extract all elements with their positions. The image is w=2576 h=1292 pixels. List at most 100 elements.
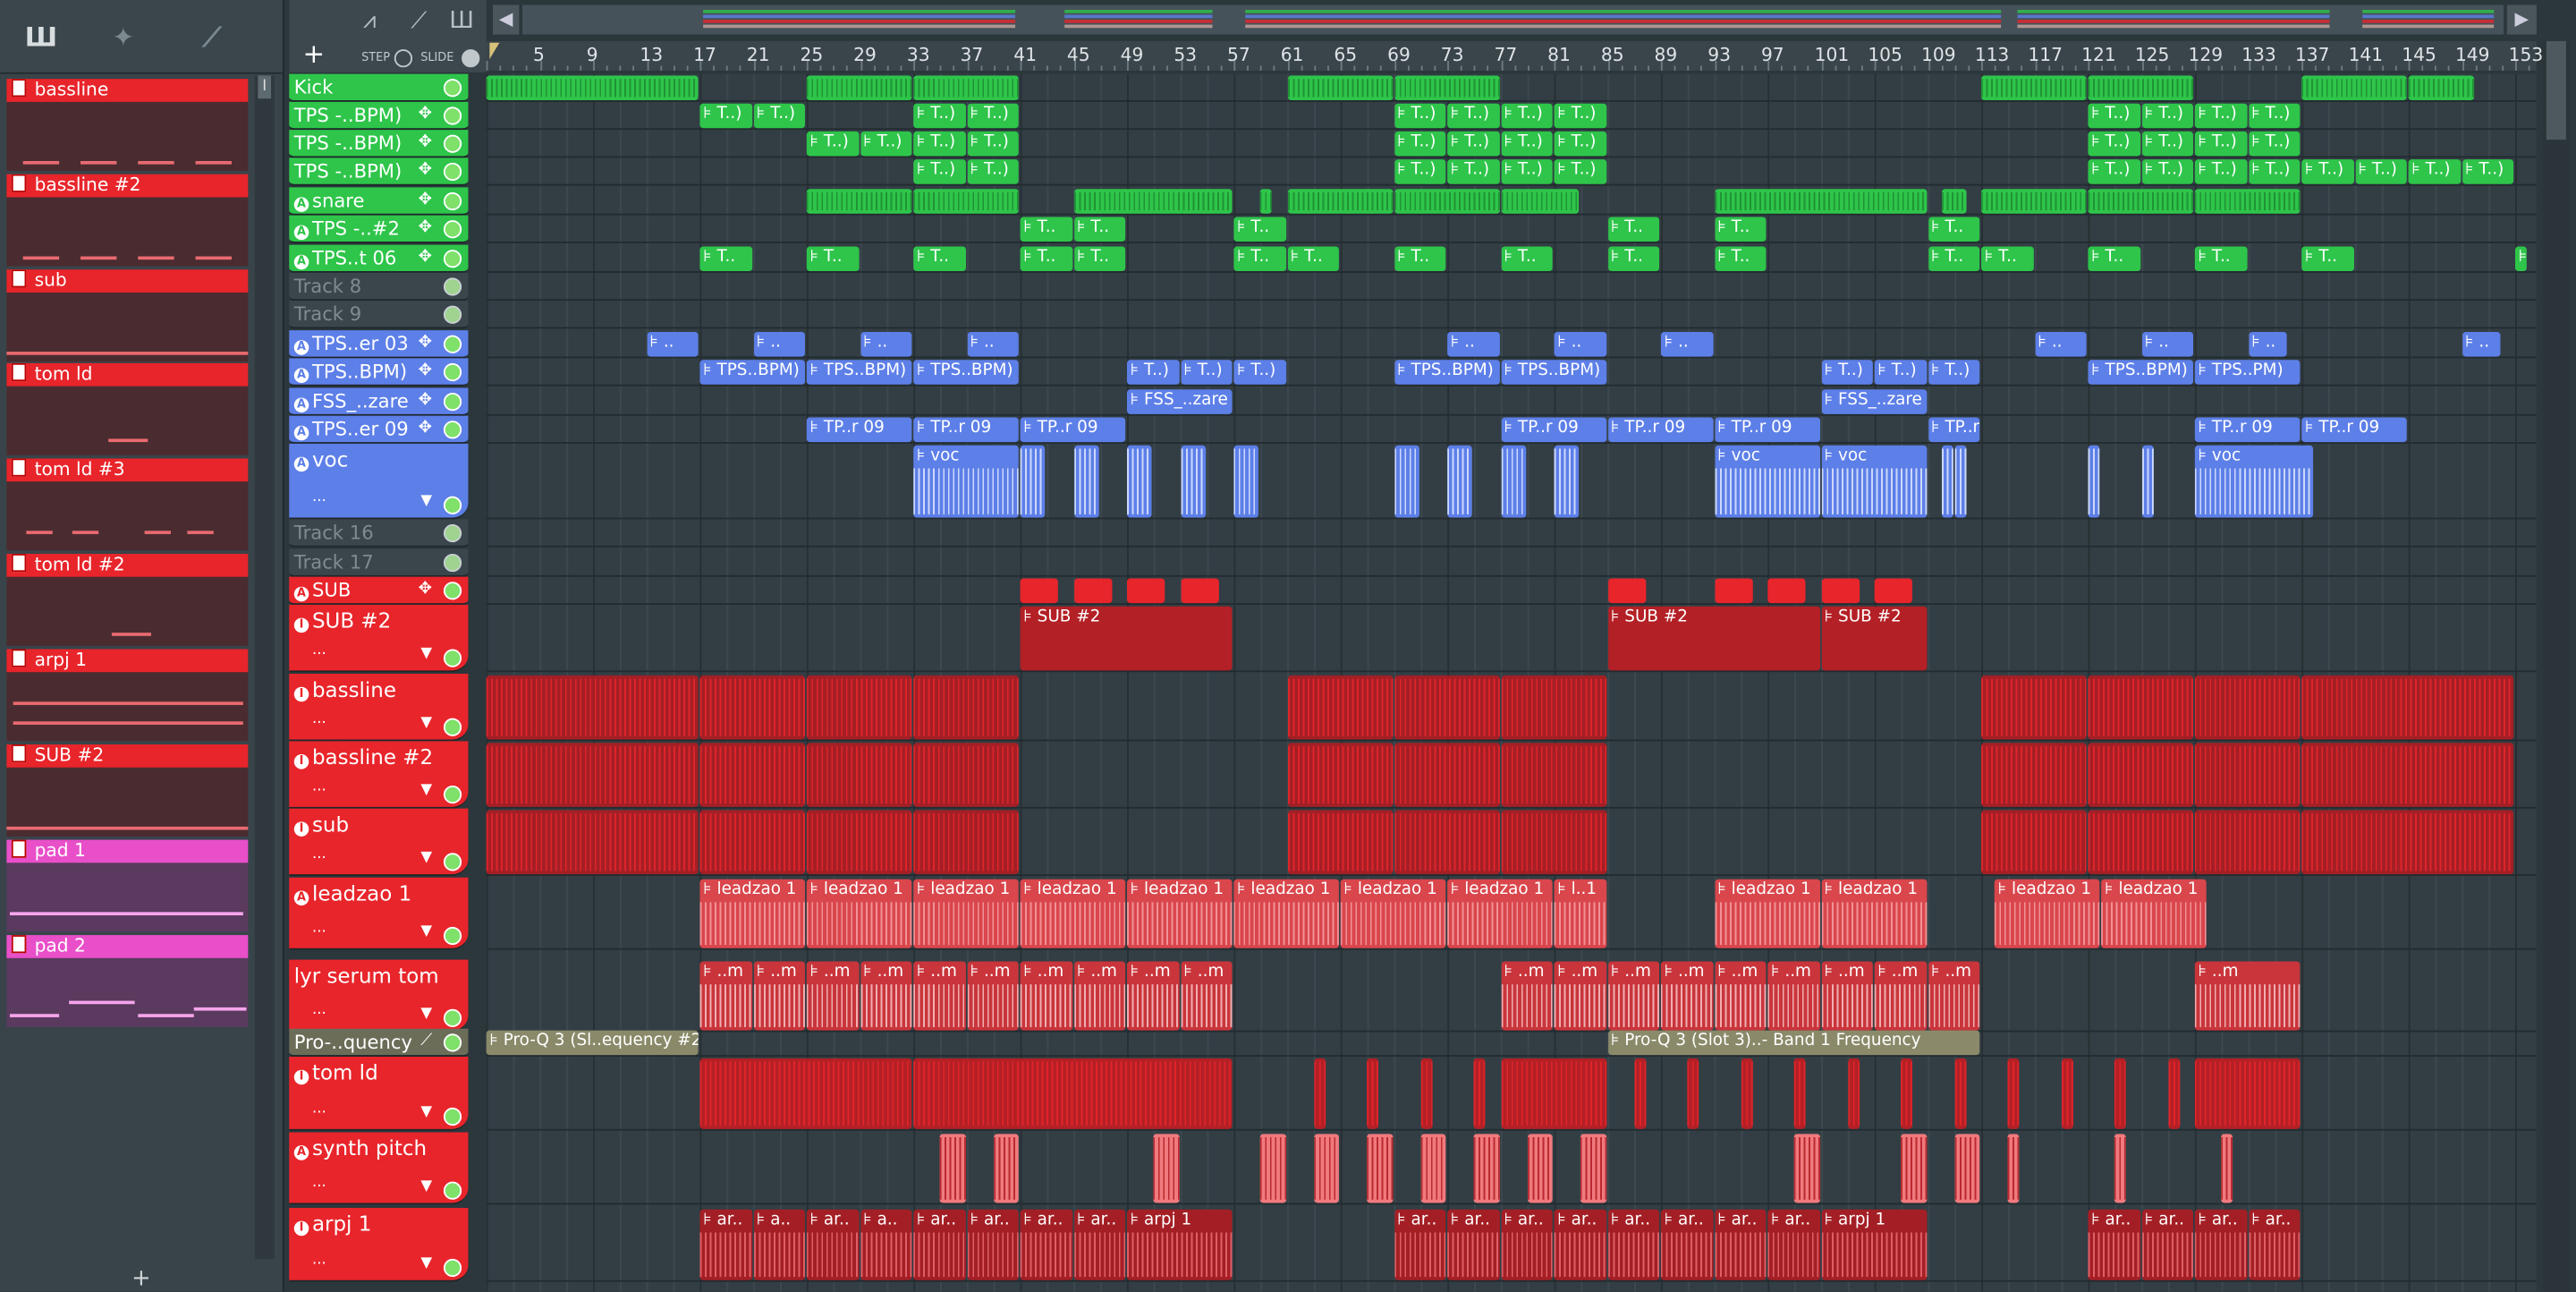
clip[interactable]: ⊧ ..	[646, 332, 699, 357]
clip[interactable]: ⊧ T..	[1607, 246, 1660, 272]
clip[interactable]: ⊧ T..	[1714, 246, 1767, 272]
clip[interactable]: ⊧ T..)	[1447, 159, 1499, 184]
clip[interactable]	[1180, 578, 1219, 604]
clip[interactable]	[2194, 810, 2301, 875]
clip[interactable]	[1287, 675, 1393, 740]
clip[interactable]	[699, 810, 805, 875]
track-options-icon[interactable]: ...	[312, 1002, 326, 1018]
clip[interactable]	[486, 675, 699, 740]
chevron-down-icon[interactable]: ▼	[420, 715, 432, 731]
clip[interactable]: ⊧ T..)	[2141, 131, 2193, 157]
clip[interactable]: ⊧ TP..r 09	[2194, 417, 2301, 443]
clip[interactable]	[1313, 1058, 1326, 1129]
clip[interactable]: ⊧ T..	[2301, 246, 2354, 272]
automation-clip[interactable]: ⊧ Pro-Q 3 (Sl..equency #2	[486, 1030, 699, 1056]
clip[interactable]: ⊧ leadzao 1	[1714, 879, 1820, 948]
clip[interactable]: ⊧ T..)	[2141, 103, 2193, 129]
track-header[interactable]: Pro-..quency ⟋	[289, 1028, 469, 1057]
chevron-down-icon[interactable]: ▼	[420, 782, 432, 798]
clip[interactable]: ⊧ ..m	[1126, 961, 1179, 1031]
vertical-scroll-thumb[interactable]	[2546, 40, 2566, 140]
clip[interactable]	[1287, 810, 1393, 875]
clip[interactable]: ⊧ T..	[2194, 246, 2247, 272]
clip[interactable]: ⊧ T..)	[2248, 131, 2301, 157]
clip[interactable]: ⊧ ..m	[2194, 961, 2301, 1031]
clip[interactable]: ⊧ TP..r 09	[2301, 417, 2407, 443]
clip[interactable]: ⊧ ar..	[1447, 1209, 1499, 1280]
track-header[interactable]: lyr serum tom... ▼	[289, 959, 469, 1033]
clip[interactable]	[1794, 1134, 1820, 1203]
track-header[interactable]: TPS -..BPM) ✥	[289, 130, 469, 158]
clip[interactable]: ⊧ arpj 1	[1820, 1209, 1927, 1280]
waveform-icon[interactable]: ⩘	[352, 6, 387, 36]
track-name[interactable]: Ibassline	[293, 677, 396, 703]
clip[interactable]	[2194, 189, 2301, 214]
clip[interactable]: ⊧ T..)	[1554, 159, 1606, 184]
clip[interactable]: ⊧ T..)	[2248, 159, 2301, 184]
clip[interactable]	[2221, 1134, 2233, 1203]
track-header[interactable]: A TPS..er 03 ✥	[289, 330, 469, 359]
track-mute-led[interactable]	[443, 1181, 462, 1200]
clip[interactable]	[1020, 445, 1046, 518]
clip[interactable]	[1073, 445, 1099, 518]
clip[interactable]	[1420, 1058, 1433, 1129]
clip[interactable]: ⊧ T..)	[2408, 159, 2461, 184]
clip[interactable]: ⊧ leadzao 1	[699, 879, 805, 948]
track-name[interactable]: Iarpj 1	[293, 1211, 371, 1237]
clip[interactable]: ⊧ ..m	[1607, 961, 1660, 1031]
track-header[interactable]: A TPS..er 09 ✥	[289, 415, 469, 444]
track-options-icon[interactable]: ...	[312, 779, 326, 795]
clip[interactable]	[1874, 578, 1913, 604]
clip[interactable]: ⊧ T..)	[1500, 103, 1553, 129]
clip[interactable]	[486, 810, 699, 875]
clip[interactable]: ⊧ T..)	[699, 103, 752, 129]
clip[interactable]: ⊧ TPS..BPM)	[1500, 360, 1606, 385]
clip[interactable]: ⊧ ..m	[966, 961, 1019, 1031]
track-header[interactable]: Kick	[289, 73, 469, 102]
track-mute-led[interactable]	[443, 1008, 462, 1027]
clip[interactable]	[1367, 1134, 1393, 1203]
clip[interactable]: ⊧ ..m	[1073, 961, 1126, 1031]
clip[interactable]	[806, 675, 912, 740]
clip[interactable]	[2088, 445, 2100, 518]
clip[interactable]	[1767, 578, 1807, 604]
clip[interactable]	[2408, 75, 2474, 101]
track-mute-led[interactable]	[443, 362, 462, 382]
track-options-icon[interactable]: ...	[312, 711, 326, 727]
clip[interactable]: ⊧ leadzao 1	[806, 879, 912, 948]
clip[interactable]: ⊧ T..)	[2354, 159, 2407, 184]
clip[interactable]: ⊧ leadzao 1	[1447, 879, 1553, 948]
clip[interactable]: ⊧ ..	[2141, 332, 2193, 357]
clip[interactable]	[1073, 578, 1113, 604]
clip[interactable]: ⊧ ar..	[806, 1209, 859, 1280]
clip[interactable]: ⊧ T..)	[860, 131, 912, 157]
chevron-down-icon[interactable]: ▼	[420, 1178, 432, 1194]
clip[interactable]	[806, 75, 912, 101]
clip[interactable]: ⊧ ..m	[1928, 961, 1980, 1031]
automation-clip-icon[interactable]: ⟋	[194, 22, 230, 53]
clip[interactable]: ⊧ T..)	[1447, 131, 1499, 157]
clip[interactable]: ⊧ ..m	[1020, 961, 1072, 1031]
chevron-down-icon[interactable]: ▼	[420, 1006, 432, 1022]
clip[interactable]: ⊧ ar..	[1394, 1209, 1446, 1280]
clip[interactable]: ⊧ T..)	[2141, 159, 2193, 184]
clip[interactable]: ⊧ TPS..BPM)	[913, 360, 1019, 385]
clip[interactable]	[1153, 1134, 1179, 1203]
clip[interactable]: ⊧ T..)	[2248, 103, 2301, 129]
clip[interactable]: ⊧ ..m	[913, 961, 966, 1031]
clip[interactable]	[1500, 810, 1606, 875]
track-header[interactable]: Track 9	[289, 301, 469, 329]
clip[interactable]	[913, 1058, 1233, 1129]
clip[interactable]: ⊧ ar..	[1073, 1209, 1126, 1280]
clip[interactable]: ⊧ T..	[1714, 217, 1767, 242]
clip[interactable]: ⊧ T..	[1607, 217, 1660, 242]
track-name[interactable]: A TPS..er 09	[293, 416, 409, 442]
clip[interactable]	[2301, 675, 2514, 740]
clip[interactable]: ⊧ T..)	[1500, 131, 1553, 157]
clip[interactable]: ⊧ leadzao 1	[1126, 879, 1233, 948]
clip[interactable]	[1394, 445, 1419, 518]
automation-clip[interactable]: ⊧ Pro-Q 3 (Slot 3)..- Band 1 Frequency	[1607, 1030, 1980, 1056]
track-name[interactable]: A TPS..er 03	[293, 330, 409, 356]
track-mute-led[interactable]	[443, 191, 462, 211]
track-header[interactable]: A FSS_..zare ✥	[289, 387, 469, 416]
